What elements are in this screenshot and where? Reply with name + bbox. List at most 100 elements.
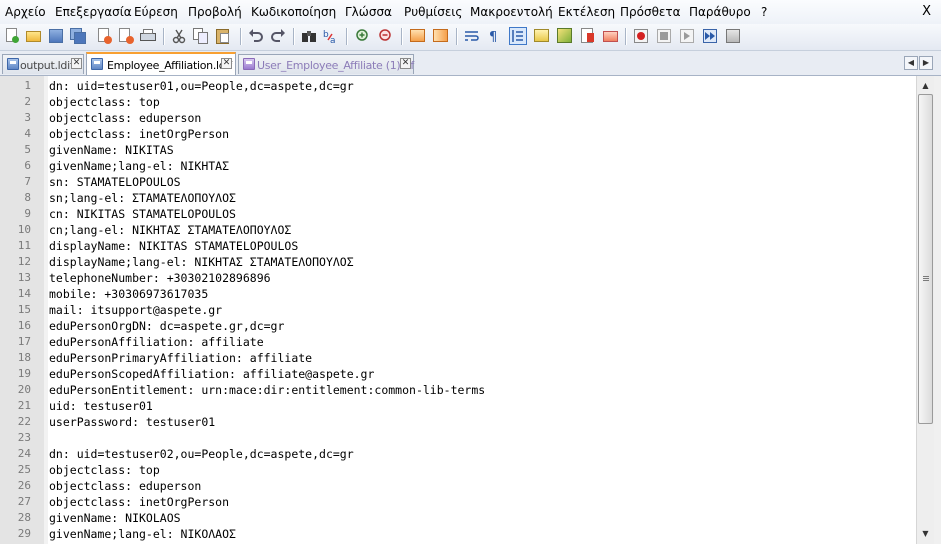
replace-button[interactable]: ba [322,27,340,45]
menu-help[interactable]: ? [761,5,767,19]
line-text[interactable]: objectclass: eduperson [49,110,201,126]
editor-line[interactable]: 15 mail: itsupport@aspete.gr [0,302,915,318]
editor-line[interactable]: 22 userPassword: testuser01 [0,414,915,430]
play-macro-button[interactable] [678,27,696,45]
line-text[interactable]: objectclass: inetOrgPerson [49,126,229,142]
editor-line[interactable]: 5 givenName: NIKITAS [0,142,915,158]
open-file-button[interactable] [25,27,43,45]
line-text[interactable]: uid: testuser01 [49,398,153,414]
close-document-button[interactable]: X [922,4,931,19]
sync-vertical-button[interactable] [409,27,427,45]
line-text[interactable]: dn: uid=testuser02,ou=People,dc=aspete,d… [49,446,354,462]
menu-run[interactable]: Εκτέλεση [558,5,615,19]
editor-line[interactable]: 19 eduPersonScopedAffiliation: affiliate@… [0,366,915,382]
menu-file[interactable]: Αρχείο [5,5,46,19]
editor-line[interactable]: 6 givenName;lang-el: ΝΙΚΗΤΑΣ [0,158,915,174]
record-macro-button[interactable] [632,27,650,45]
line-text[interactable]: mail: itsupport@aspete.gr [49,302,222,318]
menu-edit[interactable]: Επεξεργασία [55,5,132,19]
editor-line[interactable]: 4 objectclass: inetOrgPerson [0,126,915,142]
save-button[interactable] [47,27,65,45]
scroll-down-icon[interactable]: ▼ [918,526,933,542]
editor-line[interactable]: 26 objectclass: eduperson [0,478,915,494]
tab-close-icon[interactable]: ✕ [221,58,232,69]
document-map-button[interactable] [556,27,574,45]
editor-line[interactable]: 11 displayName: NIKITAS STAMATELOPOULOS [0,238,915,254]
zoom-in-button[interactable] [354,27,372,45]
scrollbar-thumb[interactable] [918,94,933,424]
line-text[interactable]: objectclass: top [49,462,160,478]
editor-line[interactable]: 21 uid: testuser01 [0,398,915,414]
editor-line[interactable]: 28 givenName: NIKOLAOS [0,510,915,526]
editor-line[interactable]: 2 objectclass: top [0,94,915,110]
run-macro-multiple-button[interactable] [701,27,719,45]
show-all-characters-button[interactable]: ¶ [485,27,503,45]
menu-search[interactable]: Εύρεση [134,5,178,19]
editor-line[interactable]: 18 eduPersonPrimaryAffiliation: affiliate [0,350,915,366]
editor-line[interactable]: 10 cn;lang-el: ΝΙΚΗΤΑΣ ΣΤΑΜΑΤΕΛΟΠΟΥΛΟΣ [0,222,915,238]
editor-line[interactable]: 24 dn: uid=testuser02,ou=People,dc=aspete… [0,446,915,462]
paste-button[interactable] [214,27,232,45]
line-text[interactable]: cn: NIKITAS STAMATELOPOULOS [49,206,236,222]
editor-line[interactable]: 12 displayName;lang-el: ΝΙΚΗΤΑΣ ΣΤΑΜΑΤΕΛΟ… [0,254,915,270]
tab-output-ldif[interactable]: output.ldif ✕ [2,54,84,74]
tab-user-employee-affiliate[interactable]: User_Employee_Affiliate (1).ltf ✕ [238,54,414,74]
close-button[interactable] [95,27,113,45]
line-text[interactable]: eduPersonPrimaryAffiliation: affiliate [49,350,312,366]
line-text[interactable]: mobile: +30306973617035 [49,286,208,302]
line-text[interactable]: sn;lang-el: ΣΤΑΜΑΤΕΛΟΠΟΥΛΟΣ [49,190,236,206]
editor-line[interactable]: 9 cn: NIKITAS STAMATELOPOULOS [0,206,915,222]
editor-line[interactable]: 23 [0,430,915,446]
tab-scroll-left-button[interactable]: ◀ [904,56,918,70]
editor-line[interactable]: 13 telephoneNumber: +30302102896896 [0,270,915,286]
editor-line[interactable]: 8 sn;lang-el: ΣΤΑΜΑΤΕΛΟΠΟΥΛΟΣ [0,190,915,206]
tab-close-icon[interactable]: ✕ [400,58,411,69]
folder-as-workspace-button[interactable] [602,27,620,45]
line-text[interactable]: sn: STAMATELOPOULOS [49,174,181,190]
line-text[interactable]: eduPersonScopedAffiliation: affiliate@as… [49,366,374,382]
find-button[interactable] [300,27,318,45]
cut-button[interactable] [170,27,188,45]
menu-view[interactable]: Προβολή [188,5,242,19]
editor-line[interactable]: 14 mobile: +30306973617035 [0,286,915,302]
line-text[interactable]: displayName;lang-el: ΝΙΚΗΤΑΣ ΣΤΑΜΑΤΕΛΟΠΟ… [49,254,354,270]
function-list-button[interactable] [579,27,597,45]
line-text[interactable]: displayName: NIKITAS STAMATELOPOULOS [49,238,298,254]
menu-language[interactable]: Γλώσσα [345,5,392,19]
editor-line[interactable]: 16 eduPersonOrgDN: dc=aspete.gr,dc=gr [0,318,915,334]
editor-line[interactable]: 20 eduPersonEntitlement: urn:mace:dir:ent… [0,382,915,398]
tab-close-icon[interactable]: ✕ [71,58,82,69]
line-text[interactable]: objectclass: eduperson [49,478,201,494]
editor-line[interactable]: 27 objectclass: inetOrgPerson [0,494,915,510]
line-text[interactable]: givenName;lang-el: ΝΙΚΗΤΑΣ [49,158,229,174]
line-text[interactable]: objectclass: top [49,94,160,110]
line-text[interactable]: givenName;lang-el: ΝΙΚΟΛΑΟΣ [49,526,236,542]
line-text[interactable]: dn: uid=testuser01,ou=People,dc=aspete,d… [49,78,354,94]
menu-settings[interactable]: Ρυθμίσεις [404,5,462,19]
line-text[interactable]: eduPersonOrgDN: dc=aspete.gr,dc=gr [49,318,284,334]
stop-recording-button[interactable] [655,27,673,45]
save-all-button[interactable] [69,27,87,45]
menu-plugins[interactable]: Πρόσθετα [620,5,681,19]
word-wrap-button[interactable] [463,27,481,45]
editor-line[interactable]: 3 objectclass: eduperson [0,110,915,126]
editor-line[interactable]: 1 dn: uid=testuser01,ou=People,dc=aspete,… [0,78,915,94]
tab-employee-affiliation-ldif[interactable]: Employee_Affiliation.ldif ✕ [86,52,236,75]
vertical-scrollbar[interactable]: ▲ ▼ [916,76,934,544]
menu-macro[interactable]: Μακροεντολή [470,5,553,19]
print-button[interactable] [139,27,157,45]
editor-line[interactable]: 29 givenName;lang-el: ΝΙΚΟΛΑΟΣ [0,526,915,542]
new-file-button[interactable] [3,27,21,45]
sync-horizontal-button[interactable] [432,27,450,45]
close-all-button[interactable] [117,27,135,45]
line-text[interactable]: objectclass: inetOrgPerson [49,494,229,510]
line-text[interactable]: telephoneNumber: +30302102896896 [49,270,271,286]
editor-pane[interactable]: 1 dn: uid=testuser01,ou=People,dc=aspete,… [0,76,941,544]
line-text[interactable]: givenName: NIKOLAOS [49,510,181,526]
line-text[interactable]: cn;lang-el: ΝΙΚΗΤΑΣ ΣΤΑΜΑΤΕΛΟΠΟΥΛΟΣ [49,222,291,238]
undo-button[interactable] [247,27,265,45]
zoom-out-button[interactable] [377,27,395,45]
editor-line[interactable]: 17 eduPersonAffiliation: affiliate [0,334,915,350]
editor-line[interactable]: 25 objectclass: top [0,462,915,478]
redo-button[interactable] [269,27,287,45]
